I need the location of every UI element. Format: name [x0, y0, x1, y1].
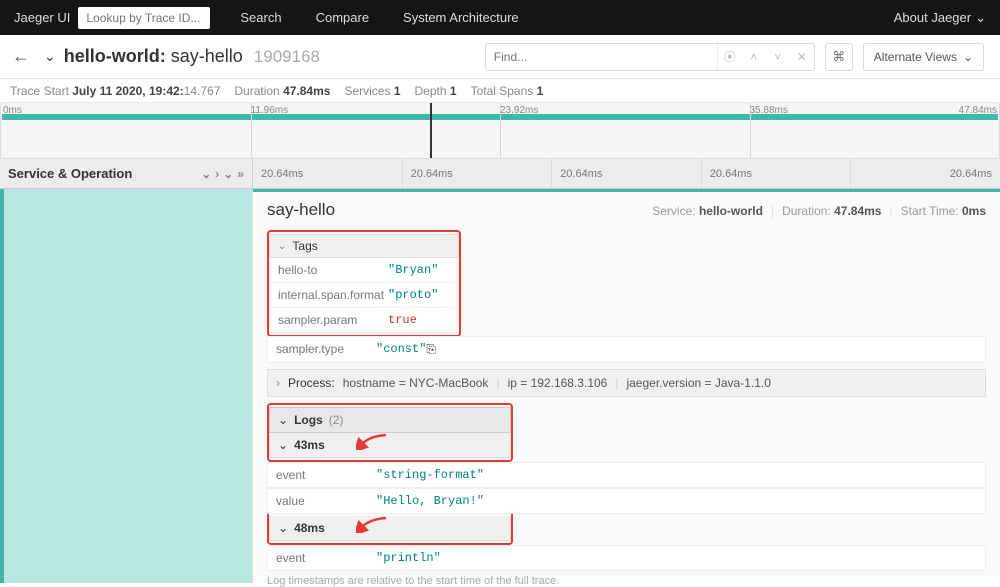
chevron-down-icon: ⌄ — [975, 10, 986, 26]
trace-minimap[interactable]: 0ms 11.96ms 23.92ms 35.88ms 47.84ms — [0, 103, 1000, 159]
nav-about[interactable]: About Jaeger⌄ — [894, 10, 986, 26]
collapse-one-icon[interactable]: ⌄ — [223, 167, 233, 181]
nav-architecture[interactable]: System Architecture — [403, 10, 519, 25]
find-input-group: ⦿ ˄ ˅ ✕ — [485, 43, 815, 71]
collapse-all-icon[interactable]: ⌄ — [201, 167, 211, 181]
tick-label: 0ms — [3, 105, 22, 116]
find-prev-icon[interactable]: ˄ — [742, 44, 766, 70]
process-toggle[interactable]: › Process: hostname = NYC-MacBook| ip = … — [267, 369, 986, 397]
collapse-icon[interactable]: ⌄ — [44, 48, 56, 65]
service-operation-header: Service & Operation ⌄ › ⌄ » — [0, 159, 253, 188]
chevron-down-icon: ⌄ — [278, 241, 286, 252]
tick-label: 35.88ms — [750, 105, 788, 116]
time-cell: 20.64ms — [851, 159, 1000, 188]
tag-row: sampler.paramtrue — [269, 308, 459, 333]
log-entry-toggle[interactable]: ⌄43ms — [269, 433, 511, 458]
log-entry-toggle[interactable]: ⌄48ms — [269, 516, 511, 541]
trace-lookup-input[interactable] — [78, 7, 210, 29]
brand-label: Jaeger UI — [14, 10, 70, 25]
chevron-down-icon: ⌄ — [278, 413, 288, 427]
tag-row: hello-to"Bryan" — [269, 258, 459, 283]
span-row[interactable] — [0, 189, 253, 583]
keyboard-shortcuts-button[interactable]: ⌘ — [825, 43, 853, 71]
chevron-down-icon: ⌄ — [278, 521, 288, 535]
page-title: hello-world: say-hello 1909168 — [64, 46, 320, 67]
logs-toggle[interactable]: ⌄Logs (2) — [269, 407, 511, 433]
timeline-marker[interactable] — [430, 103, 432, 158]
find-locate-icon[interactable]: ⦿ — [718, 44, 742, 70]
log-field: value"Hello, Bryan!" — [267, 488, 986, 514]
trace-meta: Trace Start July 11 2020, 19:42:14.767 D… — [0, 79, 1000, 103]
alternate-views-button[interactable]: Alternate Views⌄ — [863, 43, 984, 71]
find-next-icon[interactable]: ˅ — [766, 44, 790, 70]
time-cell: 20.64ms — [403, 159, 553, 188]
tick-label: 23.92ms — [500, 105, 538, 116]
log-field: event"string-format" — [267, 462, 986, 488]
time-cell: 20.64ms — [253, 159, 403, 188]
chevron-down-icon: ⌄ — [278, 438, 288, 452]
nav-search[interactable]: Search — [240, 10, 281, 25]
time-cell: 20.64ms — [552, 159, 702, 188]
span-name: say-hello — [267, 200, 335, 220]
nav-compare[interactable]: Compare — [316, 10, 369, 25]
expand-all-icon[interactable]: » — [237, 167, 244, 181]
tag-row: internal.span.format"proto" — [269, 283, 459, 308]
tags-toggle[interactable]: ⌄Tags — [269, 234, 459, 258]
find-input[interactable] — [486, 50, 717, 64]
back-button[interactable]: ← — [12, 46, 30, 67]
log-note: Log timestamps are relative to the start… — [267, 575, 986, 587]
copy-icon[interactable]: ⎘ — [426, 342, 436, 357]
time-cell: 20.64ms — [702, 159, 852, 188]
tick-label: 11.96ms — [251, 105, 289, 116]
expand-one-icon[interactable]: › — [215, 167, 219, 181]
tag-row: sampler.type"const"⎘ — [267, 336, 986, 363]
log-field: event"println" — [267, 545, 986, 571]
chevron-right-icon: › — [276, 376, 280, 390]
tick-label: 47.84ms — [959, 105, 997, 116]
find-clear-icon[interactable]: ✕ — [790, 44, 814, 70]
chevron-down-icon: ⌄ — [963, 50, 973, 64]
